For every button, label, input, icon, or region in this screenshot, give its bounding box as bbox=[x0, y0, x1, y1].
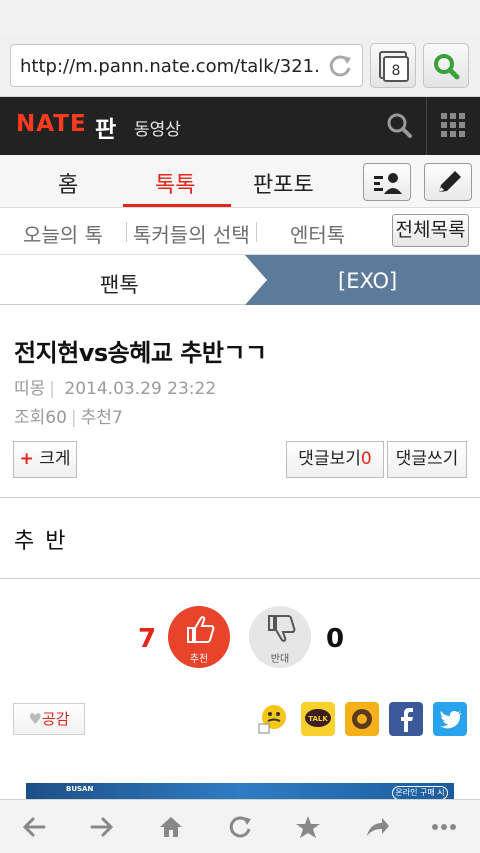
twitter-icon[interactable] bbox=[433, 702, 467, 736]
status-bar bbox=[0, 0, 480, 34]
recommend-count: 7 bbox=[111, 408, 123, 428]
tab-pann-photo[interactable]: 판포토 bbox=[253, 167, 314, 199]
user-list-icon bbox=[374, 173, 402, 194]
upvote-label: 추천 bbox=[189, 654, 209, 665]
search-icon bbox=[434, 54, 460, 80]
upvote-count: 7 bbox=[138, 624, 157, 654]
downvote-label: 반대 bbox=[270, 654, 290, 665]
pann-logo[interactable]: 판 bbox=[95, 110, 116, 144]
breadcrumb-arrow bbox=[245, 255, 267, 305]
kakaotalk-icon[interactable]: TALK bbox=[301, 702, 335, 736]
article-meta: 띠몽 | 2014.03.29 23:22 bbox=[14, 374, 216, 399]
thumbs-up-icon bbox=[187, 616, 215, 643]
back-icon[interactable] bbox=[20, 814, 48, 840]
ad-cta: 온라인 구매 시 bbox=[392, 786, 448, 800]
sub-tab-divider bbox=[126, 222, 127, 242]
view-comments-button[interactable]: 댓글보기0 bbox=[286, 441, 384, 478]
header-divider bbox=[426, 97, 427, 155]
bookmark-star-icon[interactable] bbox=[294, 814, 322, 840]
upvote-button[interactable]: 추천 bbox=[168, 606, 230, 668]
empathy-label: 공감 bbox=[41, 710, 70, 728]
article-stats: 조회60 | 추천7 bbox=[14, 403, 123, 428]
article-body: 추 반 bbox=[14, 529, 68, 554]
meta-divider: | bbox=[70, 408, 77, 428]
breadcrumb-board[interactable]: [EXO] bbox=[338, 269, 397, 293]
browser-search-button[interactable] bbox=[423, 43, 469, 88]
sub-tab-divider bbox=[256, 222, 257, 242]
meta-divider: | bbox=[49, 379, 56, 399]
downvote-count: 0 bbox=[326, 624, 345, 654]
forward-icon[interactable] bbox=[88, 814, 116, 840]
font-bigger-label: 크게 bbox=[39, 449, 71, 469]
reload-icon[interactable] bbox=[326, 52, 354, 80]
browser-bottom-nav bbox=[0, 799, 480, 853]
tab-count: 8 bbox=[392, 63, 401, 79]
article-title: 전지현vs송혜교 추반ㄱㄱ bbox=[14, 339, 267, 367]
ad-brand: BUSAN bbox=[66, 785, 94, 793]
share-icon[interactable] bbox=[363, 814, 391, 840]
svg-text:TALK: TALK bbox=[308, 715, 328, 723]
profile-button[interactable] bbox=[363, 163, 411, 201]
browser-toolbar: http://m.pann.nate.com/talk/321... 8 bbox=[0, 34, 480, 97]
recommend-label: 추천 bbox=[80, 408, 112, 428]
all-list-button[interactable]: 전체목록 bbox=[392, 214, 469, 247]
tabs-icon: 8 bbox=[379, 51, 409, 82]
views-count: 60 bbox=[45, 408, 67, 428]
write-button[interactable] bbox=[424, 163, 472, 201]
sub-tab-bar: 오늘의 톡 톡커들의 선택 엔터톡 전체목록 bbox=[0, 208, 480, 255]
sub-tab-enter-talk[interactable]: 엔터톡 bbox=[290, 219, 345, 248]
breadcrumb: 팬톡 [EXO] bbox=[0, 255, 480, 305]
post-date: 2014.03.29 23:22 bbox=[64, 379, 217, 399]
sub-tab-today[interactable]: 오늘의 톡 bbox=[23, 219, 103, 248]
main-tab-bar: 홈 톡톡 판포토 bbox=[0, 155, 480, 208]
empathy-button[interactable]: ♥공감 bbox=[13, 703, 85, 735]
menu-grid-icon[interactable] bbox=[441, 113, 465, 137]
more-icon[interactable] bbox=[430, 814, 458, 840]
divider bbox=[0, 497, 480, 498]
comment-count: 0 bbox=[360, 449, 372, 469]
view-comments-label: 댓글보기 bbox=[298, 449, 361, 469]
write-comment-button[interactable]: 댓글쓰기 bbox=[387, 441, 467, 478]
site-header: NATE 판 동영상 bbox=[0, 97, 480, 155]
emoticon-icon[interactable] bbox=[256, 702, 290, 736]
pencil-icon bbox=[439, 171, 461, 192]
home-icon[interactable] bbox=[157, 814, 185, 840]
divider bbox=[0, 578, 480, 579]
views-label: 조회 bbox=[14, 408, 46, 428]
breadcrumb-fan-talk[interactable]: 팬톡 bbox=[100, 269, 139, 299]
plus-icon: + bbox=[19, 449, 34, 469]
url-text: http://m.pann.nate.com/talk/321... bbox=[20, 56, 320, 77]
heart-icon: ♥ bbox=[28, 710, 42, 728]
refresh-icon[interactable] bbox=[226, 814, 254, 840]
author-name[interactable]: 띠몽 bbox=[14, 379, 45, 399]
tabs-button[interactable]: 8 bbox=[370, 43, 416, 88]
nate-logo[interactable]: NATE bbox=[16, 111, 87, 137]
facebook-icon[interactable] bbox=[389, 702, 423, 736]
tab-toktok[interactable]: 톡톡 bbox=[155, 167, 195, 199]
thumbs-down-icon bbox=[268, 615, 296, 642]
downvote-button[interactable]: 반대 bbox=[249, 606, 311, 668]
header-search-icon[interactable] bbox=[385, 111, 413, 139]
kakaostory-icon[interactable] bbox=[345, 702, 379, 736]
font-bigger-button[interactable]: + 크게 bbox=[13, 441, 77, 478]
url-field[interactable]: http://m.pann.nate.com/talk/321... bbox=[10, 44, 363, 87]
tab-home[interactable]: 홈 bbox=[58, 167, 78, 199]
video-link[interactable]: 동영상 bbox=[134, 115, 181, 140]
active-tab-indicator bbox=[123, 204, 231, 207]
sub-tab-talkers-choice[interactable]: 톡커들의 선택 bbox=[133, 219, 250, 248]
